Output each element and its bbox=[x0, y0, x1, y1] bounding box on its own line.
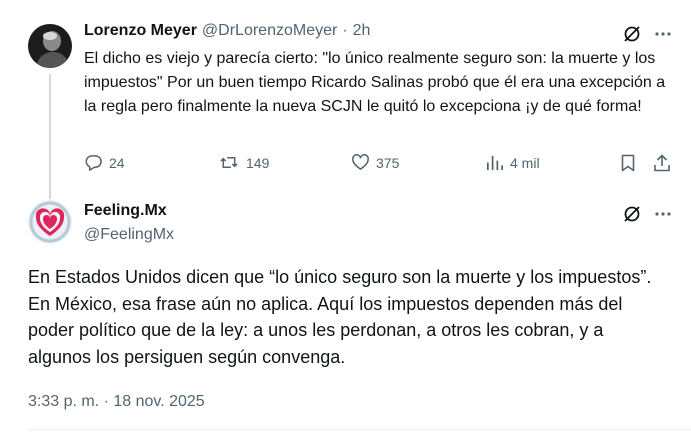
reply-more-button[interactable] bbox=[653, 24, 673, 44]
main-author-name[interactable]: Feeling.Mx bbox=[84, 202, 167, 220]
divider bbox=[28, 429, 691, 430]
more-icon bbox=[655, 32, 671, 36]
reply-action-views[interactable]: 4 mil bbox=[485, 153, 540, 172]
like-icon bbox=[352, 154, 369, 170]
repost-icon bbox=[220, 156, 238, 169]
bookmark-icon bbox=[621, 154, 635, 172]
thread-line bbox=[49, 74, 51, 199]
reply-author-handle[interactable]: @DrLorenzoMeyer bbox=[202, 22, 337, 40]
views-icon bbox=[486, 155, 503, 171]
reply-action-reply[interactable]: 24 bbox=[84, 153, 125, 172]
main-post-text: En Estados Unidos dicen que “lo único se… bbox=[28, 267, 652, 367]
reply-header: Lorenzo Meyer @DrLorenzoMeyer · 2h bbox=[84, 22, 370, 40]
more-icon bbox=[655, 212, 671, 216]
bookmark-button[interactable] bbox=[618, 153, 638, 173]
reply-count: 24 bbox=[109, 154, 125, 171]
reply-action-repost[interactable]: 149 bbox=[218, 153, 269, 172]
repost-count: 149 bbox=[246, 154, 270, 171]
main-post-timestamp[interactable]: 3:33 p. m. · 18 nov. 2025 bbox=[28, 393, 205, 411]
main-author-handle[interactable]: @FeelingMx bbox=[84, 226, 174, 244]
share-button[interactable] bbox=[652, 153, 672, 173]
reply-grok-button[interactable] bbox=[622, 24, 642, 44]
share-icon bbox=[654, 154, 670, 172]
reply-icon bbox=[85, 155, 102, 171]
reply-author-name[interactable]: Lorenzo Meyer bbox=[84, 22, 197, 40]
reply-text: El dicho es viejo y parecía cierto: "lo … bbox=[84, 50, 666, 115]
reply-action-like[interactable]: 375 bbox=[351, 153, 399, 172]
like-count: 375 bbox=[376, 154, 400, 171]
main-more-button[interactable] bbox=[653, 204, 673, 224]
reply-avatar[interactable] bbox=[28, 24, 72, 68]
main-grok-button[interactable] bbox=[622, 204, 642, 224]
reply-time[interactable]: 2h bbox=[353, 22, 371, 40]
grok-icon bbox=[624, 26, 640, 42]
reply-separator: · bbox=[342, 22, 348, 39]
main-avatar[interactable] bbox=[28, 200, 72, 244]
grok-icon bbox=[624, 206, 640, 222]
views-count: 4 mil bbox=[510, 154, 540, 171]
